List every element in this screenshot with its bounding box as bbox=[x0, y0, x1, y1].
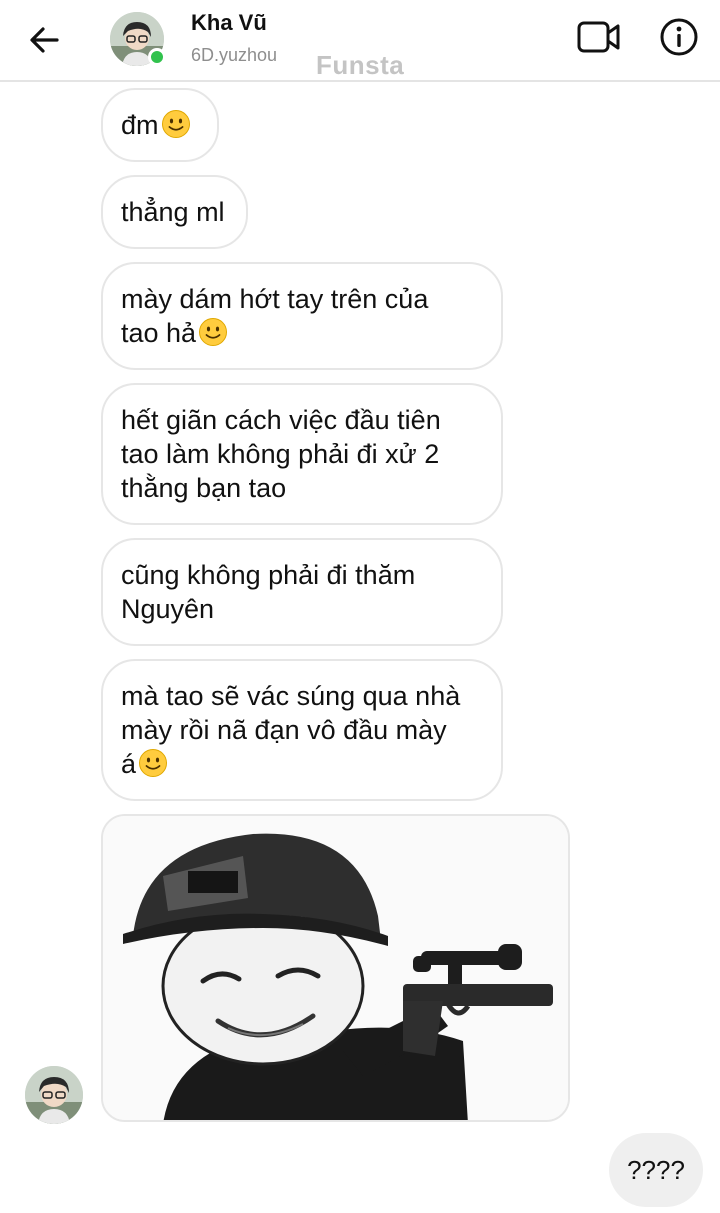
slightly-smiling-face-icon bbox=[139, 749, 168, 777]
video-camera-icon bbox=[577, 21, 620, 53]
avatar bbox=[25, 1066, 83, 1124]
message-text: đm bbox=[121, 110, 159, 140]
back-button[interactable] bbox=[22, 18, 66, 62]
chat-header: Kha Vũ 6D.yuzhou Funsta bbox=[0, 0, 720, 82]
message-bubble[interactable]: thẳng ml bbox=[101, 175, 248, 249]
message-text: mà tao sẽ vác súng qua nhà mày rồi nã đạ… bbox=[121, 681, 461, 779]
message-text: cũng không phải đi thăm Nguyên bbox=[121, 560, 416, 624]
message-text: hết giãn cách việc đầu tiên tao làm khôn… bbox=[121, 405, 441, 503]
message-text: thẳng ml bbox=[121, 197, 225, 227]
contact-name[interactable]: Kha Vũ bbox=[191, 10, 267, 36]
video-call-button[interactable] bbox=[572, 14, 626, 60]
info-button[interactable] bbox=[654, 12, 704, 62]
contact-avatar[interactable] bbox=[110, 12, 166, 66]
outgoing-message-bubble[interactable]: ???? bbox=[609, 1133, 703, 1207]
sender-avatar[interactable] bbox=[25, 1066, 83, 1124]
message-bubble[interactable]: đm bbox=[101, 88, 219, 162]
online-status-dot bbox=[148, 48, 166, 66]
message-bubble[interactable]: cũng không phải đi thăm Nguyên bbox=[101, 538, 503, 646]
arrow-left-icon bbox=[30, 27, 59, 53]
message-bubble[interactable]: mày dám hớt tay trên của tao hả bbox=[101, 262, 503, 370]
meme-helmet-gun-sticker bbox=[103, 816, 568, 1120]
message-bubble[interactable]: mà tao sẽ vác súng qua nhà mày rồi nã đạ… bbox=[101, 659, 503, 801]
message-bubble[interactable]: hết giãn cách việc đầu tiên tao làm khôn… bbox=[101, 383, 503, 525]
slightly-smiling-face-icon bbox=[161, 110, 190, 138]
contact-username: 6D.yuzhou bbox=[191, 45, 278, 65]
message-text: ???? bbox=[627, 1154, 685, 1185]
message-text: mày dám hớt tay trên của tao hả bbox=[121, 284, 429, 348]
slightly-smiling-face-icon bbox=[199, 318, 228, 346]
watermark-text: Funsta bbox=[316, 50, 405, 80]
info-icon bbox=[660, 18, 698, 56]
sticker-image-message[interactable] bbox=[101, 814, 570, 1122]
